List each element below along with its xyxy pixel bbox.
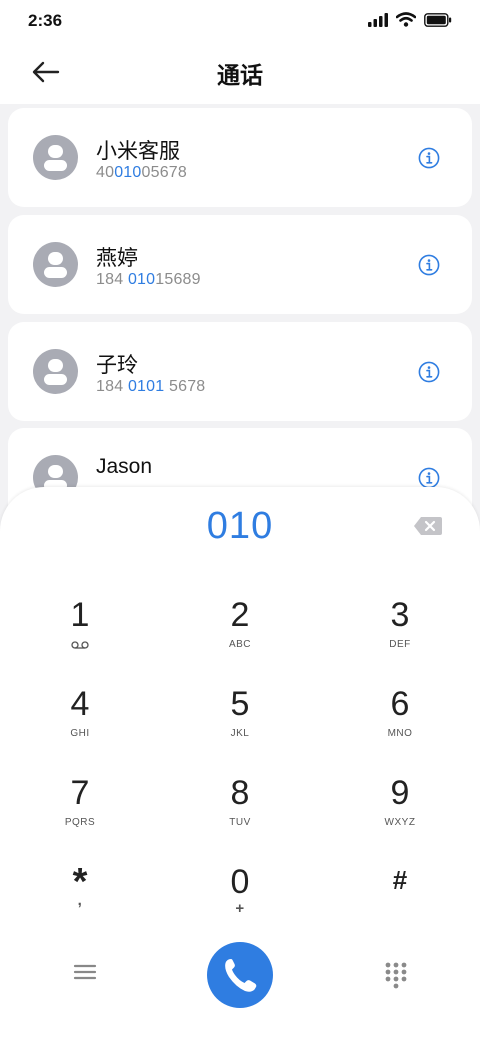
number-match: 010 (127, 271, 156, 288)
key-4[interactable]: 4 GHI (20, 686, 140, 766)
contact-card[interactable]: 小米客服 4001005678 (8, 108, 472, 207)
status-time: 2:36 (28, 11, 63, 30)
key-3[interactable]: 3 DEF (340, 597, 460, 677)
avatar (33, 242, 78, 287)
key-star[interactable]: * , (20, 863, 140, 944)
key-hash[interactable]: # (340, 864, 460, 944)
contact-card[interactable]: 子玲 184 0101 5678 (8, 322, 472, 421)
key-2[interactable]: 2 ABC (180, 597, 300, 677)
info-icon[interactable] (418, 147, 440, 169)
info-icon[interactable] (418, 254, 440, 276)
wifi-icon (396, 12, 416, 27)
key-8[interactable]: 8 TUV (180, 775, 300, 855)
battery-icon (424, 12, 452, 27)
number-match: 0101 (127, 378, 165, 395)
menu-icon[interactable] (72, 961, 98, 983)
key-0[interactable]: 0 + (180, 864, 300, 944)
avatar (33, 135, 78, 180)
info-icon[interactable] (418, 467, 440, 489)
avatar (33, 349, 78, 394)
header: 通话 (0, 40, 480, 104)
key-7[interactable]: 7 PQRS (20, 775, 140, 855)
signal-icon (368, 12, 388, 27)
status-icons (368, 12, 452, 27)
contact-name: Jason (96, 455, 153, 478)
contact-name: 子玲 (96, 354, 138, 377)
contact-number: 4001005678 (96, 164, 187, 181)
key-6[interactable]: 6 MNO (340, 686, 460, 766)
voicemail-icon (71, 641, 89, 649)
info-icon[interactable] (418, 361, 440, 383)
status-bar: 2:36 (0, 0, 480, 40)
contact-name: 燕婷 (96, 247, 138, 270)
phone-icon (225, 959, 257, 992)
number-match: 010 (114, 164, 142, 181)
backspace-icon[interactable] (413, 516, 443, 536)
call-button[interactable] (207, 942, 273, 1008)
contact-name: 小米客服 (96, 140, 180, 163)
contact-number: 184 01015689 (96, 271, 201, 288)
contact-card[interactable]: 燕婷 184 01015689 (8, 215, 472, 314)
page-title: 通话 (217, 62, 263, 88)
dialpad: 010 1 2 ABC 3 DEF 4 GHI 5 JKL 6 MNO 7 PQ… (0, 487, 480, 1040)
key-5[interactable]: 5 JKL (180, 686, 300, 766)
key-9[interactable]: 9 WXYZ (340, 775, 460, 855)
keypad-icon[interactable] (384, 961, 408, 989)
contact-number: 184 0101 5678 (96, 378, 206, 395)
key-1[interactable]: 1 (20, 597, 140, 677)
dialed-number: 010 (206, 505, 274, 547)
